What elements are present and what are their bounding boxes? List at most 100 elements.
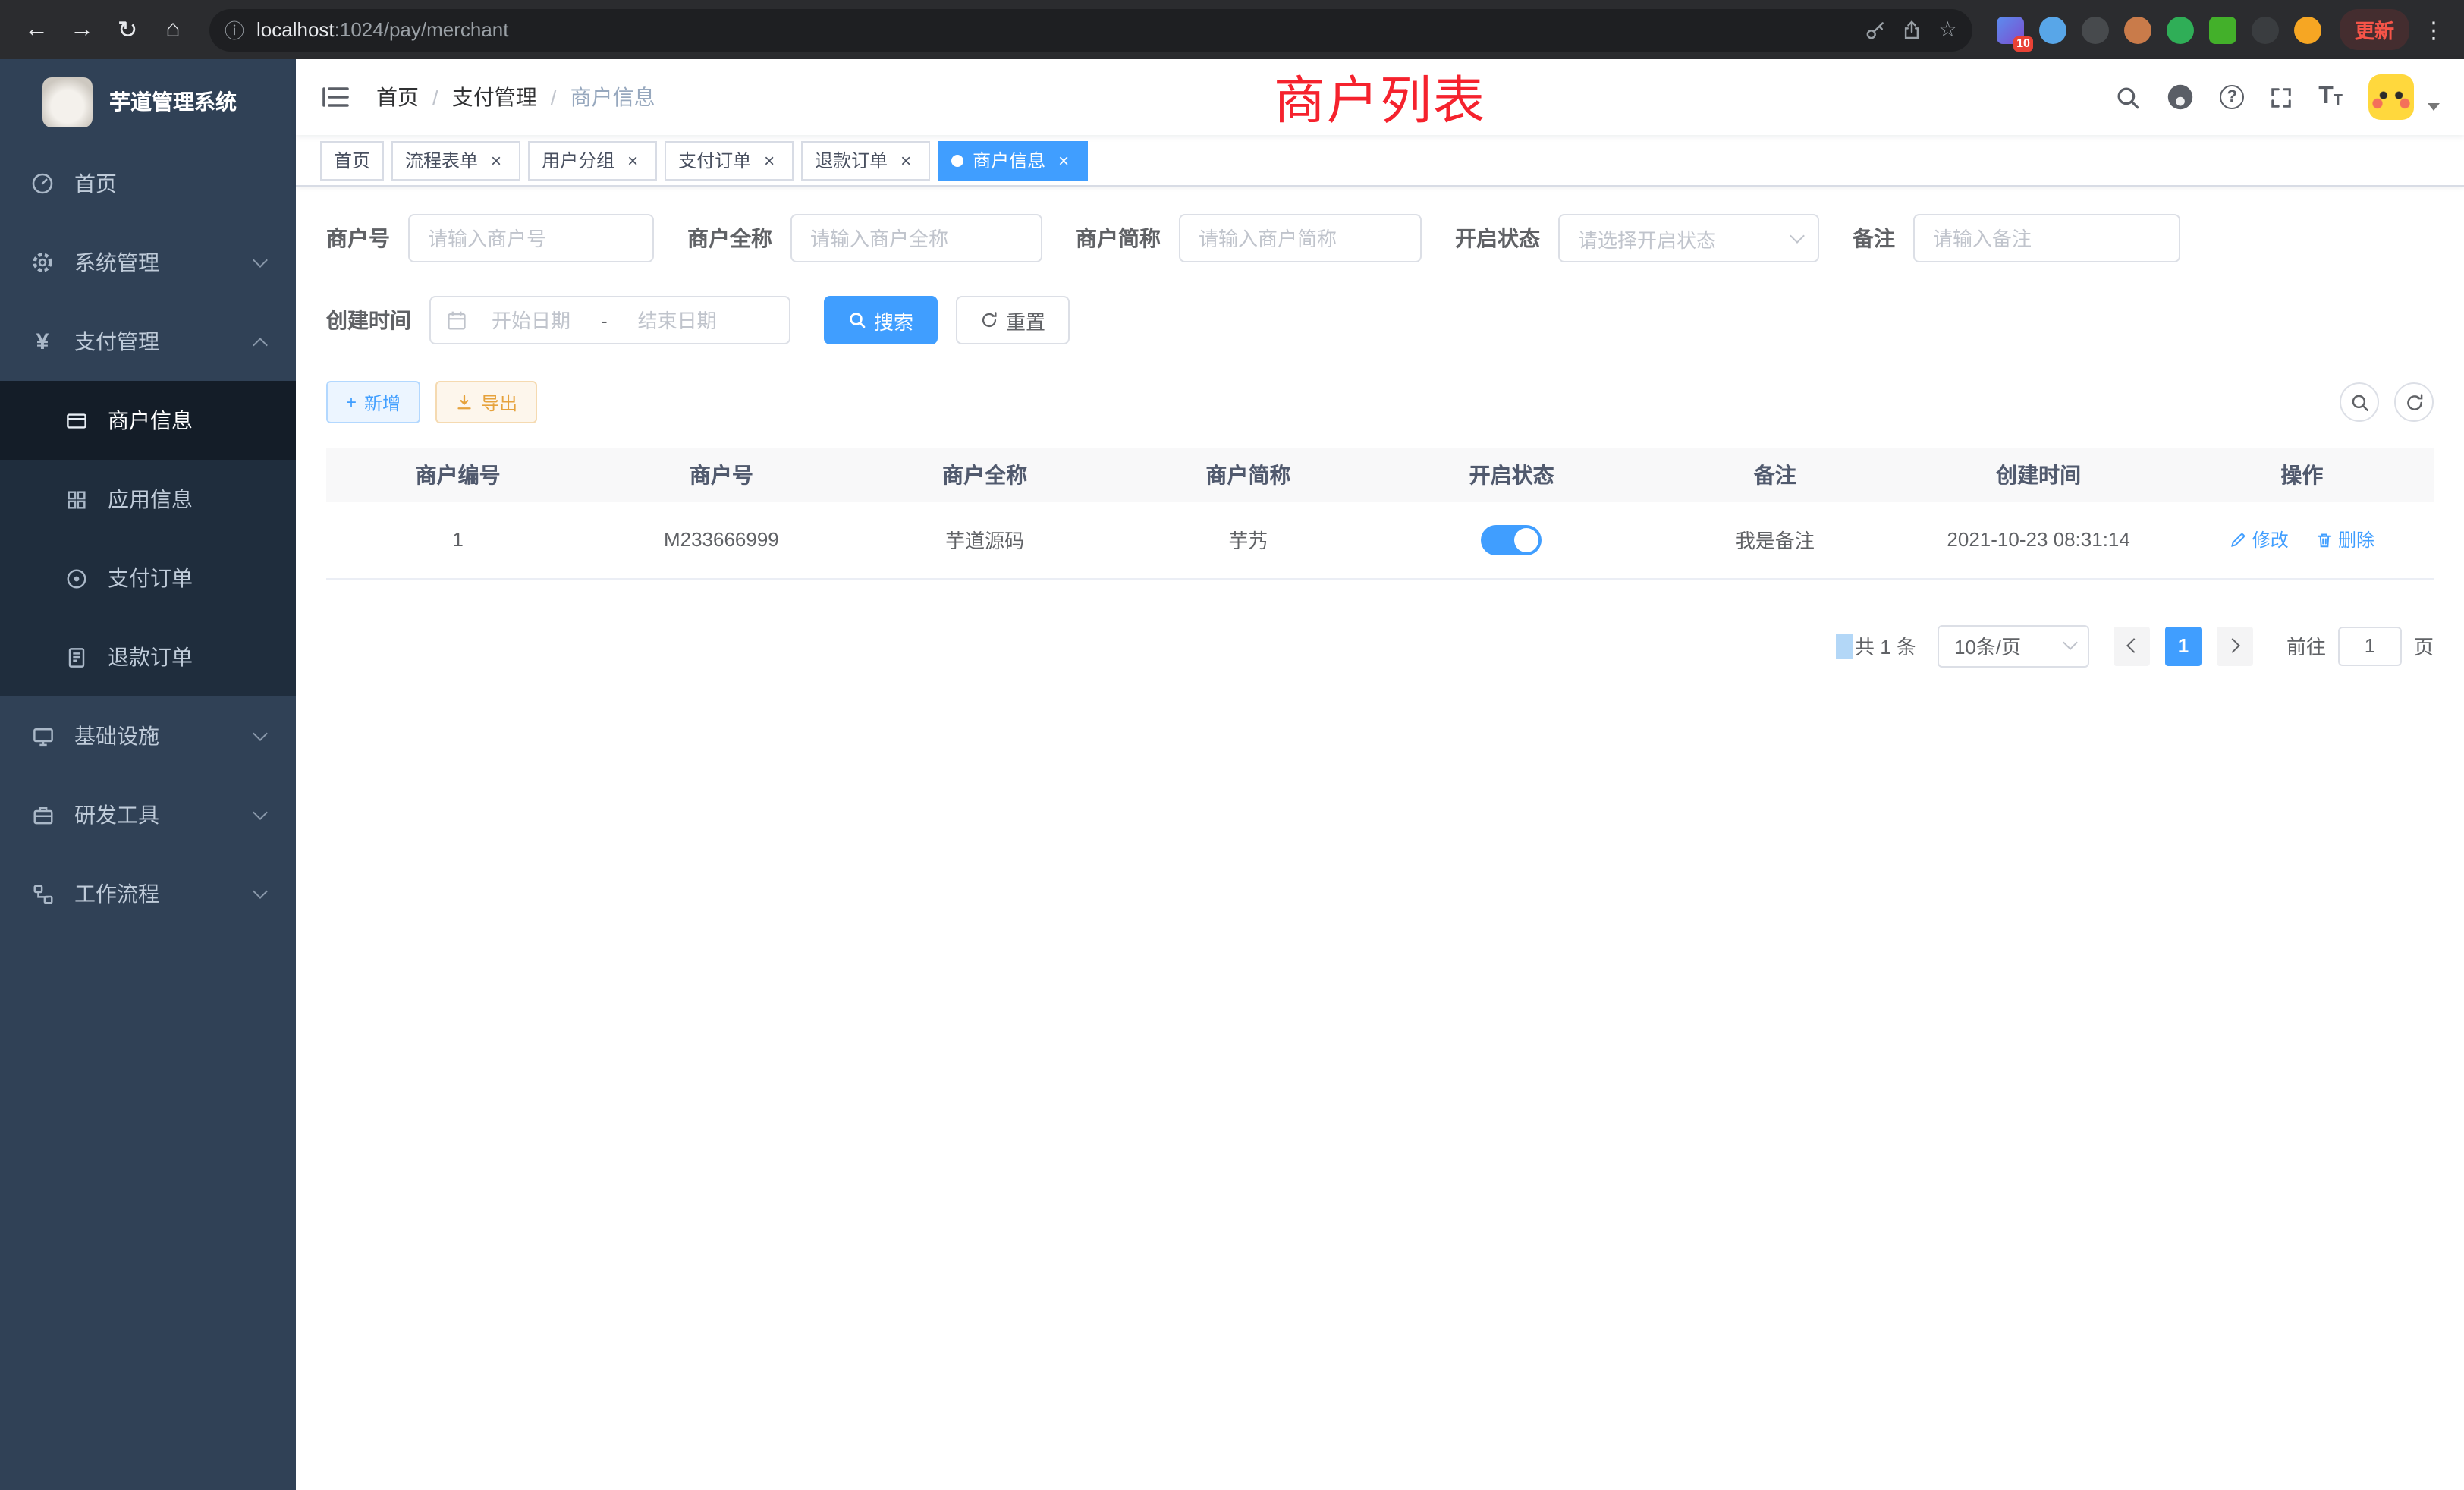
tab-pay-orders[interactable]: 支付订单× bbox=[665, 140, 794, 180]
font-size-icon[interactable]: TT bbox=[2318, 85, 2343, 109]
sidebar-item-label: 首页 bbox=[74, 168, 117, 199]
extension-icon-4[interactable] bbox=[2124, 16, 2151, 43]
page-size-select[interactable]: 10条/页 bbox=[1938, 624, 2089, 667]
monitor-icon bbox=[30, 724, 55, 748]
chevron-up-icon bbox=[253, 337, 268, 352]
tab-merchant-info[interactable]: 商户信息× bbox=[938, 140, 1088, 180]
sidebar-item-system[interactable]: 系统管理 bbox=[0, 223, 296, 302]
key-icon[interactable] bbox=[1865, 19, 1887, 40]
cell-create-time: 2021-10-23 08:31:14 bbox=[1907, 502, 2170, 578]
sidebar-item-app-info[interactable]: 应用信息 bbox=[0, 460, 296, 539]
sidebar-item-payment[interactable]: ¥ 支付管理 bbox=[0, 302, 296, 381]
workflow-icon bbox=[30, 882, 55, 906]
browser-update-button[interactable]: 更新 bbox=[2340, 9, 2409, 50]
delete-link[interactable]: 删除 bbox=[2315, 527, 2374, 552]
sidebar-item-workflow[interactable]: 工作流程 bbox=[0, 854, 296, 933]
edit-link[interactable]: 修改 bbox=[2230, 527, 2289, 552]
breadcrumb-payment[interactable]: 支付管理 bbox=[452, 82, 537, 112]
refresh-icon bbox=[980, 311, 998, 329]
page-number-1[interactable]: 1 bbox=[2165, 626, 2202, 665]
sidebar-logo[interactable]: 芋道管理系统 bbox=[0, 59, 296, 144]
reload-icon[interactable]: ↻ bbox=[106, 8, 149, 51]
app-title: 芋道管理系统 bbox=[109, 86, 237, 117]
site-info-icon[interactable]: ⓘ bbox=[225, 15, 244, 44]
url-host: localhost bbox=[256, 18, 335, 41]
extension-icon-2[interactable] bbox=[2039, 16, 2066, 43]
status-select[interactable]: 请选择开启状态 bbox=[1558, 214, 1819, 262]
kebab-menu-icon[interactable]: ⋮ bbox=[2418, 16, 2449, 43]
search-icon bbox=[848, 311, 866, 329]
refresh-table-button[interactable] bbox=[2394, 382, 2434, 422]
reset-button[interactable]: 重置 bbox=[956, 296, 1070, 344]
status-toggle[interactable] bbox=[1482, 525, 1542, 555]
sidebar-item-home[interactable]: 首页 bbox=[0, 144, 296, 223]
header-full-name: 商户全称 bbox=[853, 448, 1117, 502]
breadcrumb-current: 商户信息 bbox=[570, 82, 655, 112]
extension-icon-5[interactable] bbox=[2167, 16, 2194, 43]
prev-page-button[interactable] bbox=[2114, 626, 2150, 665]
url-text[interactable]: localhost:1024/pay/merchant bbox=[256, 18, 1853, 41]
pagination: 共 1 条 10条/页 1 前往 页 bbox=[326, 624, 2434, 667]
breadcrumb-home[interactable]: 首页 bbox=[376, 82, 419, 112]
header-merchant-no: 商户号 bbox=[589, 448, 853, 502]
address-bar[interactable]: ⓘ localhost:1024/pay/merchant ☆ bbox=[209, 8, 1972, 51]
text-selection-highlight bbox=[1837, 633, 1853, 658]
export-button[interactable]: 导出 bbox=[435, 381, 537, 423]
hamburger-icon[interactable] bbox=[320, 82, 350, 112]
merchant-no-input[interactable] bbox=[408, 214, 654, 262]
extension-icon-7[interactable] bbox=[2252, 16, 2279, 43]
document-icon bbox=[64, 645, 88, 669]
cell-short-name: 芋艿 bbox=[1117, 502, 1380, 578]
remark-input[interactable] bbox=[1913, 214, 2180, 262]
github-icon[interactable] bbox=[2167, 83, 2194, 111]
header-status: 开启状态 bbox=[1380, 448, 1643, 502]
cell-actions: 修改 删除 bbox=[2170, 502, 2434, 578]
sidebar: 芋道管理系统 首页 系统管理 ¥ 支付管理 bbox=[0, 59, 296, 1490]
sidebar-item-refund-orders[interactable]: 退款订单 bbox=[0, 618, 296, 696]
create-time-range-picker[interactable]: - bbox=[429, 296, 790, 344]
browser-toolbar: ← → ↻ ⌂ ⓘ localhost:1024/pay/merchant ☆ … bbox=[0, 0, 2464, 59]
close-icon[interactable]: × bbox=[486, 149, 507, 171]
close-icon[interactable]: × bbox=[759, 149, 780, 171]
add-button[interactable]: + 新增 bbox=[326, 381, 420, 423]
tab-user-group[interactable]: 用户分组× bbox=[528, 140, 657, 180]
extension-icon-8[interactable] bbox=[2294, 16, 2321, 43]
search-icon[interactable] bbox=[2115, 84, 2141, 110]
toggle-search-button[interactable] bbox=[2340, 382, 2379, 422]
sidebar-item-label: 基础设施 bbox=[74, 721, 159, 751]
sidebar-item-merchant-info[interactable]: 商户信息 bbox=[0, 381, 296, 460]
cell-remark: 我是备注 bbox=[1643, 502, 1906, 578]
user-avatar[interactable] bbox=[2368, 74, 2414, 120]
tab-home[interactable]: 首页 bbox=[320, 140, 384, 180]
extension-icon-1[interactable]: 10 bbox=[1997, 16, 2024, 43]
back-icon[interactable]: ← bbox=[15, 8, 58, 51]
extension-icon-3[interactable] bbox=[2082, 16, 2109, 43]
chevron-down-icon bbox=[253, 883, 268, 898]
extension-icon-6[interactable] bbox=[2209, 16, 2236, 43]
forward-icon[interactable]: → bbox=[61, 8, 103, 51]
goto-page-input[interactable] bbox=[2338, 626, 2402, 665]
sidebar-item-infrastructure[interactable]: 基础设施 bbox=[0, 696, 296, 775]
fullscreen-icon[interactable] bbox=[2270, 86, 2293, 108]
close-icon[interactable]: × bbox=[1053, 149, 1074, 171]
yen-icon: ¥ bbox=[30, 329, 55, 354]
share-icon[interactable] bbox=[1902, 19, 1923, 40]
merchant-no-label: 商户号 bbox=[326, 223, 390, 253]
sidebar-item-dev-tools[interactable]: 研发工具 bbox=[0, 775, 296, 854]
sidebar-item-label: 系统管理 bbox=[74, 247, 159, 278]
short-name-input[interactable] bbox=[1179, 214, 1422, 262]
next-page-button[interactable] bbox=[2217, 626, 2253, 665]
close-icon[interactable]: × bbox=[622, 149, 643, 171]
full-name-input[interactable] bbox=[790, 214, 1042, 262]
bookmark-star-icon[interactable]: ☆ bbox=[1938, 17, 1957, 42]
sidebar-item-pay-orders[interactable]: 支付订单 bbox=[0, 539, 296, 618]
search-button[interactable]: 搜索 bbox=[824, 296, 938, 344]
tab-process-form[interactable]: 流程表单× bbox=[391, 140, 520, 180]
date-start-input[interactable] bbox=[473, 309, 589, 332]
date-end-input[interactable] bbox=[620, 309, 735, 332]
help-icon[interactable]: ? bbox=[2220, 85, 2244, 109]
full-name-label: 商户全称 bbox=[687, 223, 772, 253]
home-icon[interactable]: ⌂ bbox=[152, 8, 194, 51]
tab-refund-orders[interactable]: 退款订单× bbox=[801, 140, 930, 180]
close-icon[interactable]: × bbox=[895, 149, 916, 171]
